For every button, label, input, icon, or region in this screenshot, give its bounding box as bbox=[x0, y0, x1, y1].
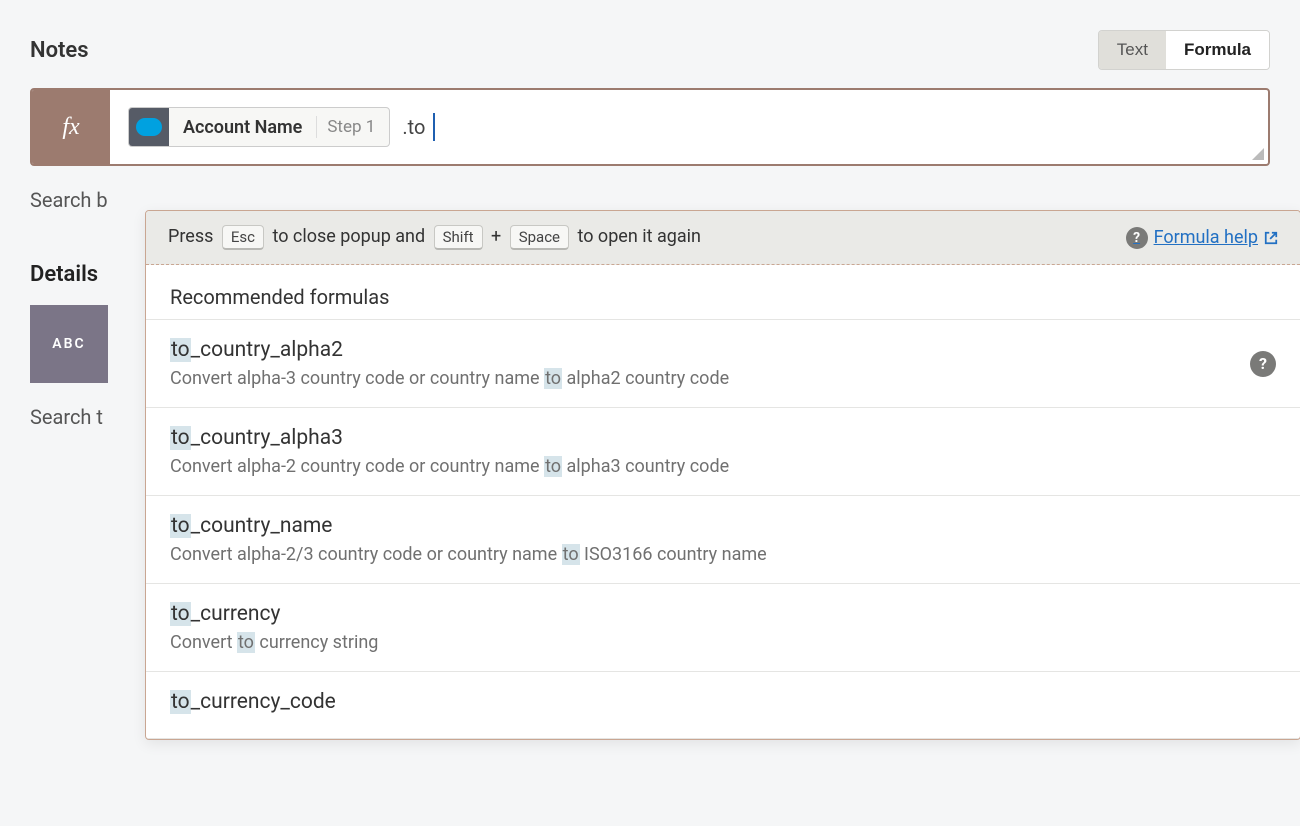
formula-list: to_country_alpha2 Convert alpha-3 country… bbox=[146, 319, 1300, 739]
page-container: Notes Text Formula fx Account Name Step … bbox=[30, 30, 1270, 429]
formula-item-desc: Convert alpha-2 country code or country … bbox=[170, 456, 1276, 477]
formula-item-desc: Convert alpha-3 country code or country … bbox=[170, 368, 1276, 389]
formula-input[interactable]: Account Name Step 1 .to bbox=[110, 90, 1268, 164]
formula-item[interactable]: to_country_name Convert alpha-2/3 country… bbox=[146, 496, 1300, 584]
help-icon: ? bbox=[1126, 227, 1148, 249]
formula-item-title: to_country_name bbox=[170, 514, 1276, 538]
formula-item-title: to_country_alpha2 bbox=[170, 338, 1276, 362]
mode-formula-button[interactable]: Formula bbox=[1166, 31, 1269, 69]
formula-item-title: to_currency bbox=[170, 602, 1276, 626]
formula-input-row: fx Account Name Step 1 .to bbox=[30, 88, 1270, 166]
recommended-formulas-title: Recommended formulas bbox=[146, 265, 1300, 319]
pill-step: Step 1 bbox=[316, 116, 389, 139]
resize-handle-icon[interactable] bbox=[1252, 148, 1264, 160]
mode-text-button[interactable]: Text bbox=[1099, 31, 1166, 69]
formula-item-desc: Convert alpha-2/3 country code or countr… bbox=[170, 544, 1276, 565]
formula-item-title: to_country_alpha3 bbox=[170, 426, 1276, 450]
formula-item[interactable]: to_country_alpha3 Convert alpha-2 country… bbox=[146, 408, 1300, 496]
formula-item[interactable]: to_currency_code bbox=[146, 672, 1300, 739]
formula-item-title: to_currency_code bbox=[170, 690, 1276, 714]
notes-title: Notes bbox=[30, 38, 89, 63]
data-pill-account-name[interactable]: Account Name Step 1 bbox=[128, 107, 390, 147]
salesforce-icon bbox=[129, 108, 169, 146]
formula-item-desc: Convert to currency string bbox=[170, 632, 1276, 653]
formula-item[interactable]: to_country_alpha2 Convert alpha-3 country… bbox=[146, 320, 1300, 408]
abc-icon: ABC bbox=[30, 305, 108, 383]
esc-key-icon: Esc bbox=[222, 225, 264, 250]
pill-label: Account Name bbox=[169, 117, 316, 138]
formula-autocomplete-popup: Press Esc to close popup and Shift + Spa… bbox=[145, 210, 1300, 740]
item-help-icon[interactable]: ? bbox=[1250, 351, 1276, 377]
text-cursor bbox=[433, 113, 435, 141]
search-line-1: Search b bbox=[30, 188, 1270, 212]
space-key-icon: Space bbox=[510, 225, 569, 250]
formula-item[interactable]: to_currency Convert to currency string bbox=[146, 584, 1300, 672]
popup-hint-bar: Press Esc to close popup and Shift + Spa… bbox=[146, 211, 1300, 265]
formula-help-link[interactable]: ? Formula help bbox=[1126, 227, 1278, 249]
shift-key-icon: Shift bbox=[434, 225, 483, 250]
external-link-icon bbox=[1264, 231, 1278, 245]
mode-toggle: Text Formula bbox=[1098, 30, 1270, 70]
formula-typed-text: .to bbox=[402, 115, 425, 139]
fx-icon: fx bbox=[32, 90, 110, 164]
notes-header: Notes Text Formula bbox=[30, 30, 1270, 70]
popup-hint-text: Press Esc to close popup and Shift + Spa… bbox=[168, 225, 701, 250]
